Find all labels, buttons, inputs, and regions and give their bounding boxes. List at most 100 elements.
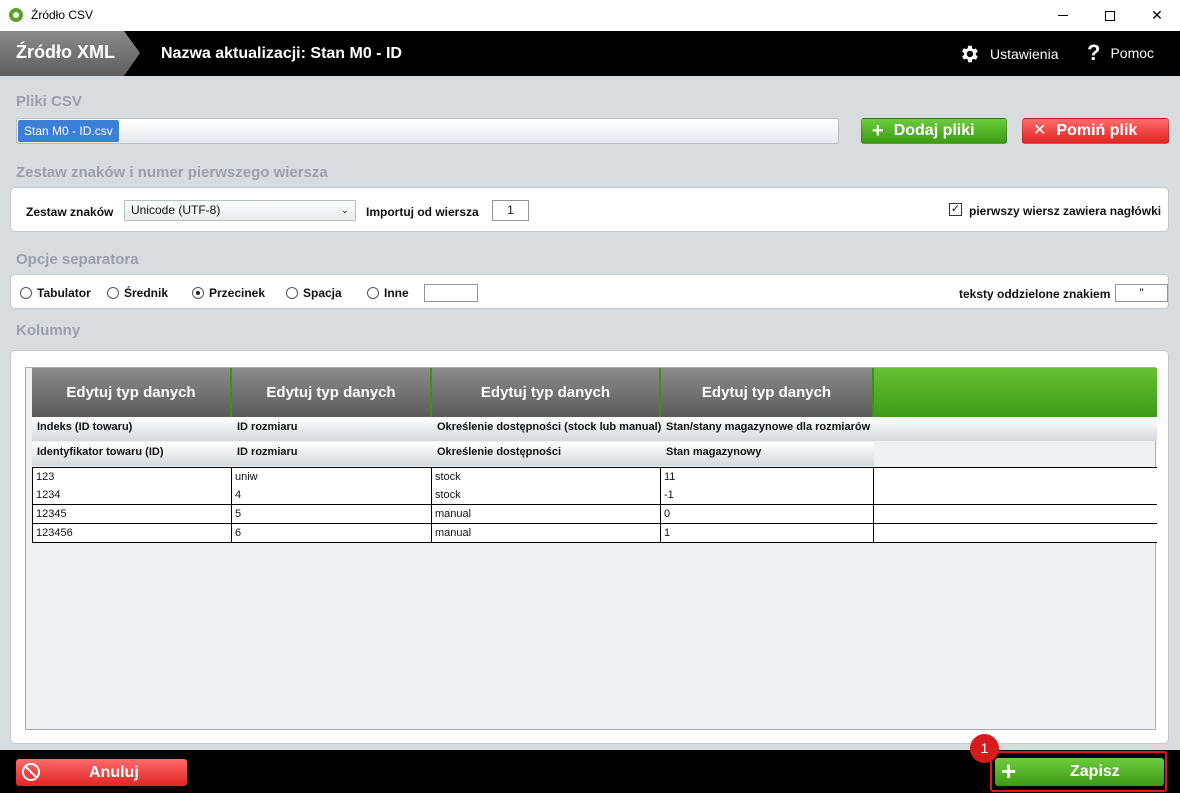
table-row: 12345 5 manual 0	[32, 505, 1157, 524]
radio-spacja-label: Spacja	[303, 286, 342, 300]
separator-panel: Tabulator Średnik Przecinek Spacja Inne …	[10, 274, 1169, 309]
grid-header-fill	[874, 368, 1157, 417]
radio-przecinek[interactable]	[192, 287, 204, 299]
source-header-2: ID rozmiaru	[232, 442, 432, 466]
charset-section-title: Zestaw znaków i numer pierwszego wiersza	[16, 164, 328, 181]
table-cell-empty	[874, 486, 1157, 505]
table-cell: 1	[661, 524, 874, 543]
other-separator-input[interactable]	[424, 284, 478, 302]
target-header-1[interactable]: Indeks (ID towaru)	[32, 417, 232, 441]
table-cell-empty	[874, 524, 1157, 543]
radio-srednik[interactable]	[107, 287, 119, 299]
settings-button[interactable]: Ustawienia	[958, 43, 1058, 65]
radio-tabulator[interactable]	[20, 287, 32, 299]
update-name: Nazwa aktualizacji: Stan M0 - ID	[161, 45, 402, 62]
columns-section-title: Kolumny	[16, 322, 81, 339]
target-header-3[interactable]: Określenie dostępności (stock lub manual…	[432, 417, 661, 441]
radio-inne-label: Inne	[384, 286, 409, 300]
target-header-2[interactable]: ID rozmiaru	[232, 417, 432, 441]
plus-icon: +	[872, 120, 884, 142]
charset-panel: Zestaw znaków Unicode (UTF-8) ⌄ Importuj…	[10, 187, 1169, 232]
help-label: Pomoc	[1110, 45, 1155, 61]
minimize-icon	[1058, 15, 1068, 16]
table-cell: stock	[432, 468, 661, 487]
window-title: Źródło CSV	[31, 8, 94, 22]
files-section-title: Pliki CSV	[16, 93, 82, 110]
table-row: 123 uniw stock 11	[32, 467, 1157, 487]
selected-file[interactable]: Stan M0 - ID.csv	[18, 120, 119, 142]
table-row: 1234 4 stock -1	[32, 486, 1157, 505]
table-cell: 123	[32, 468, 232, 487]
close-icon: ✕	[1151, 7, 1163, 23]
source-tab-label: Źródło XML	[16, 42, 115, 62]
table-cell: 123456	[32, 524, 232, 543]
skip-file-button[interactable]: ✕ Pomiń plik	[1022, 118, 1169, 144]
import-from-label: Importuj od wiersza	[366, 205, 479, 219]
edit-type-button-3[interactable]: Edytuj typ danych	[432, 368, 661, 417]
quote-input[interactable]: "	[1115, 284, 1168, 302]
target-header-row: Indeks (ID towaru) ID rozmiaru Określeni…	[32, 417, 1157, 441]
table-cell-empty	[874, 468, 1157, 487]
table-cell: 0	[661, 505, 874, 524]
file-list-input[interactable]: Stan M0 - ID.csv	[16, 118, 839, 144]
table-cell: 5	[232, 505, 432, 524]
table-cell: 12345	[32, 505, 232, 524]
radio-inne[interactable]	[367, 287, 379, 299]
charset-value: Unicode (UTF-8)	[131, 203, 221, 217]
columns-panel: Edytuj typ danych Edytuj typ danych Edyt…	[10, 350, 1169, 744]
window-titlebar: Źródło CSV ✕	[0, 0, 1180, 31]
close-button[interactable]: ✕	[1134, 0, 1180, 31]
header-row-checkbox[interactable]: ✓	[949, 203, 962, 216]
x-icon: ✕	[1033, 122, 1047, 139]
maximize-button[interactable]	[1087, 0, 1133, 31]
main-content: Pliki CSV Stan M0 - ID.csv + Dodaj pliki…	[0, 76, 1180, 750]
edit-type-row: Edytuj typ danych Edytuj typ danych Edyt…	[32, 368, 874, 417]
source-tab[interactable]: Źródło XML	[0, 31, 140, 76]
source-header-row: Identyfikator towaru (ID) ID rozmiaru Ok…	[32, 442, 874, 466]
table-cell: 6	[232, 524, 432, 543]
source-header-3: Określenie dostępności	[432, 442, 661, 466]
minimize-button[interactable]	[1040, 0, 1086, 31]
charset-label: Zestaw znaków	[26, 205, 114, 219]
radio-przecinek-label: Przecinek	[209, 286, 266, 300]
save-highlight: + Zapisz	[990, 751, 1167, 792]
add-files-label: Dodaj pliki	[893, 122, 975, 139]
charset-select[interactable]: Unicode (UTF-8) ⌄	[124, 200, 356, 221]
table-cell: stock	[432, 486, 661, 505]
table-cell: manual	[432, 524, 661, 543]
table-cell: manual	[432, 505, 661, 524]
app-header: Źródło XML Nazwa aktualizacji: Stan M0 -…	[0, 31, 1180, 76]
question-icon: ?	[1087, 40, 1101, 65]
cancel-label: Anuluj	[89, 764, 139, 781]
edit-type-button-2[interactable]: Edytuj typ danych	[232, 368, 432, 417]
table-cell: 1234	[32, 486, 232, 505]
check-icon: ✓	[950, 203, 961, 215]
quote-label: teksty oddzielone znakiem	[959, 287, 1111, 301]
radio-srednik-label: Średnik	[124, 286, 169, 300]
columns-grid: Edytuj typ danych Edytuj typ danych Edyt…	[25, 367, 1157, 730]
add-files-button[interactable]: + Dodaj pliki	[861, 118, 1007, 144]
radio-tabulator-label: Tabulator	[37, 286, 91, 300]
save-button[interactable]: + Zapisz	[995, 758, 1164, 786]
save-label: Zapisz	[1070, 763, 1120, 780]
header-row-label: pierwszy wiersz zawiera nagłówki	[969, 204, 1162, 218]
source-header-4: Stan magazynowy	[661, 442, 874, 466]
import-from-input[interactable]: 1	[492, 200, 529, 221]
target-header-4[interactable]: Stan/stany magazynowe dla rozmiarów	[661, 417, 874, 441]
table-cell: 4	[232, 486, 432, 505]
table-row: 123456 6 manual 1	[32, 524, 1157, 543]
table-cell: uniw	[232, 468, 432, 487]
prohibited-icon	[22, 763, 40, 781]
radio-spacja[interactable]	[286, 287, 298, 299]
skip-file-label: Pomiń plik	[1056, 122, 1138, 139]
plus-icon: +	[1001, 756, 1017, 786]
chevron-down-icon: ⌄	[340, 205, 349, 216]
help-button[interactable]: ? Pomoc	[1087, 40, 1155, 65]
maximize-icon	[1105, 10, 1115, 21]
step-badge: 1	[970, 734, 999, 763]
edit-type-button-1[interactable]: Edytuj typ danych	[32, 368, 232, 417]
table-cell: 11	[661, 468, 874, 487]
app-icon	[9, 8, 23, 22]
cancel-button[interactable]: Anuluj	[16, 759, 187, 786]
edit-type-button-4[interactable]: Edytuj typ danych	[661, 368, 874, 417]
